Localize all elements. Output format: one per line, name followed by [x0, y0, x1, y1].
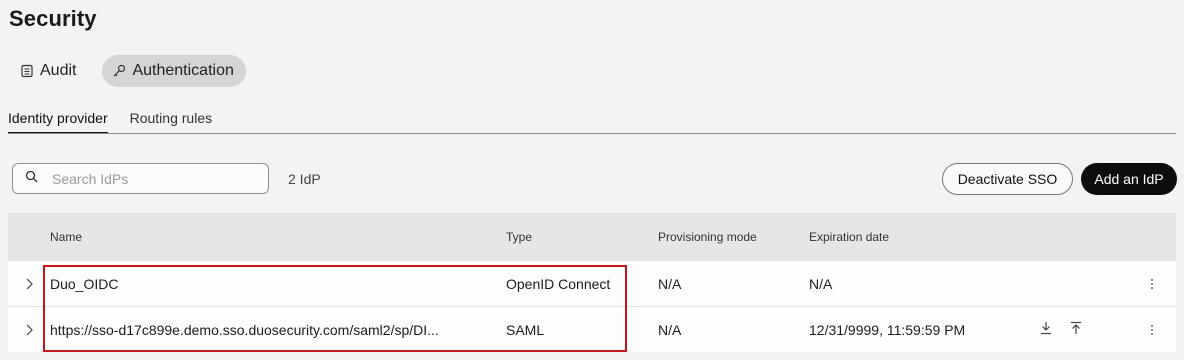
idp-name: https://sso-d17c899e.demo.sso.duosecurit… [50, 321, 439, 338]
download-icon[interactable] [1040, 321, 1052, 338]
key-icon [112, 64, 126, 78]
idp-type: OpenID Connect [506, 275, 611, 292]
idp-provisioning: N/A [658, 321, 682, 338]
tab-authentication-label: Authentication [132, 62, 234, 79]
sub-tabs: Identity provider Routing rules [8, 110, 212, 134]
tab-identity-provider[interactable]: Identity provider [8, 110, 108, 134]
top-tabs: Audit Authentication [10, 55, 246, 87]
search-input[interactable] [52, 170, 242, 187]
column-header-name[interactable]: Name [50, 230, 506, 244]
expand-row-button[interactable] [8, 323, 50, 337]
tabs-divider [8, 133, 1176, 134]
page-title: Security [9, 6, 97, 31]
column-header-expiration[interactable]: Expiration date [809, 230, 1040, 244]
table-header: Name Type Provisioning mode Expiration d… [8, 213, 1176, 260]
tab-authentication[interactable]: Authentication [102, 55, 246, 87]
chevron-right-icon [26, 278, 33, 289]
column-header-type[interactable]: Type [506, 230, 658, 244]
idp-type: SAML [506, 321, 545, 338]
table-row[interactable]: https://sso-d17c899e.demo.sso.duosecurit… [8, 306, 1176, 352]
row-menu-button[interactable] [1128, 324, 1176, 336]
search-box[interactable] [12, 163, 269, 194]
expand-row-button[interactable] [8, 277, 50, 291]
idp-count: 2 IdP [288, 171, 321, 187]
idp-expiration: N/A [809, 275, 833, 292]
tab-routing-rules[interactable]: Routing rules [130, 110, 213, 134]
document-icon [20, 64, 34, 78]
more-vertical-icon [1151, 324, 1153, 335]
idp-table: Name Type Provisioning mode Expiration d… [8, 213, 1176, 352]
tab-audit[interactable]: Audit [10, 55, 88, 87]
upload-icon[interactable] [1070, 321, 1082, 338]
row-menu-button[interactable] [1128, 278, 1176, 290]
tab-audit-label: Audit [40, 62, 77, 79]
chevron-right-icon [26, 324, 33, 335]
idp-provisioning: N/A [658, 275, 682, 292]
column-header-provisioning[interactable]: Provisioning mode [658, 230, 809, 244]
table-row[interactable]: Duo_OIDC OpenID Connect N/A N/A [8, 260, 1176, 306]
idp-name: Duo_OIDC [50, 275, 119, 292]
idp-expiration: 12/31/9999, 11:59:59 PM [809, 321, 966, 338]
more-vertical-icon [1151, 278, 1153, 289]
search-icon [25, 170, 38, 188]
row-actions [1040, 321, 1082, 338]
deactivate-sso-button[interactable]: Deactivate SSO [942, 163, 1073, 195]
add-idp-button[interactable]: Add an IdP [1081, 163, 1177, 195]
